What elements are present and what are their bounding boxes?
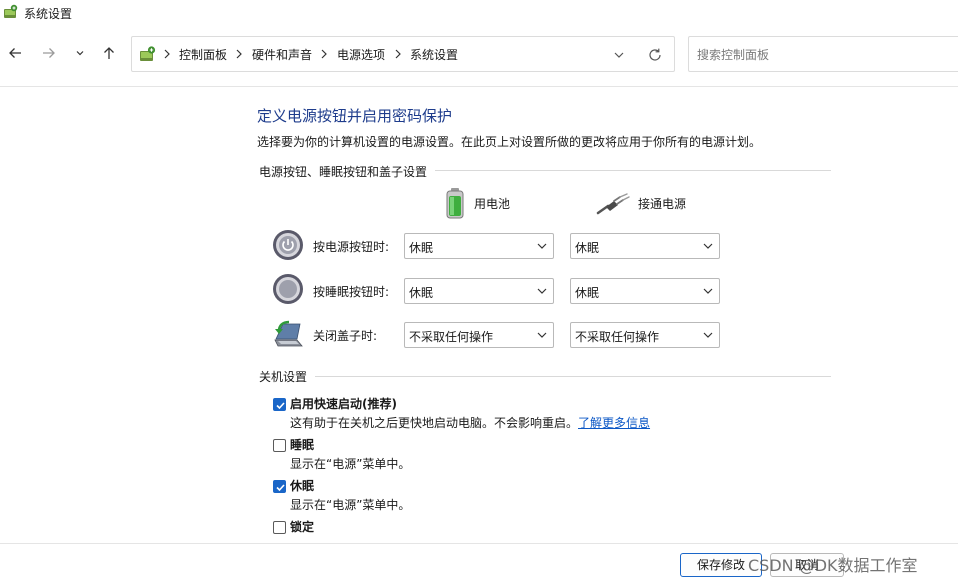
footer-divider (0, 543, 958, 544)
breadcrumb-system-settings[interactable]: 系统设置 (410, 46, 458, 63)
chevron-down-icon (537, 332, 547, 338)
forward-button[interactable] (38, 42, 60, 64)
battery-icon (446, 188, 464, 219)
hibernate-menu-label[interactable]: 休眠 (290, 477, 314, 494)
chevron-down-icon (537, 288, 547, 294)
chevron-down-icon (703, 288, 713, 294)
column-header-plugged-in: 接通电源 (596, 186, 686, 220)
control-panel-power-icon (4, 4, 18, 18)
sleep-menu-checkbox[interactable] (273, 439, 286, 452)
breadcrumb-power-options[interactable]: 电源选项 (337, 46, 385, 63)
fast-startup-checkbox[interactable] (273, 398, 286, 411)
fast-startup-description-text: 这有助于在关机之后更快地启动电脑。不会影响重启。 (290, 416, 579, 430)
lid-close-plugged-select[interactable]: 不采取任何操作 (570, 322, 720, 348)
column-label-plugged-in: 接通电源 (638, 196, 687, 211)
sleep-menu-label[interactable]: 睡眠 (290, 436, 314, 453)
window-title: 系统设置 (24, 7, 73, 21)
select-value: 休眠 (575, 286, 600, 300)
fast-startup-label[interactable]: 启用快速启动(推荐) (290, 395, 397, 412)
page-title: 定义电源按钮并启用密码保护 (257, 107, 453, 125)
title-bar: 系统设置 (0, 0, 958, 28)
laptop-lid-icon (274, 320, 303, 347)
breadcrumb-separator-icon (164, 49, 170, 59)
arrow-left-icon (9, 48, 21, 58)
section-title-buttons: 电源按钮、睡眠按钮和盖子设置 (259, 163, 436, 180)
sleep-menu-description: 显示在“电源”菜单中。 (290, 457, 411, 471)
breadcrumb-separator-icon (236, 49, 242, 59)
save-changes-button[interactable]: 保存修改 (680, 553, 762, 577)
section-title-shutdown: 关机设置 (259, 368, 316, 385)
lock-menu-label[interactable]: 锁定 (290, 518, 314, 535)
row-label-lid-close: 关闭盖子时: (313, 329, 378, 343)
cancel-button[interactable]: 取消 (770, 553, 844, 577)
checkmark-icon (276, 402, 285, 410)
select-value: 休眠 (409, 286, 434, 300)
power-plug-icon (596, 193, 630, 215)
lock-menu-checkbox[interactable] (273, 521, 286, 534)
section-divider (259, 376, 831, 377)
select-value: 休眠 (575, 241, 600, 255)
breadcrumb-control-panel[interactable]: 控制面板 (179, 46, 227, 63)
sleep-button-plugged-select[interactable]: 休眠 (570, 278, 720, 304)
breadcrumb-separator-icon (395, 49, 401, 59)
arrow-up-icon (104, 47, 114, 59)
sleep-button-battery-select[interactable]: 休眠 (404, 278, 554, 304)
select-value: 不采取任何操作 (409, 330, 494, 344)
power-button-plugged-select[interactable]: 休眠 (570, 233, 720, 259)
chevron-down-icon (703, 332, 713, 338)
breadcrumb-hardware-and-sound[interactable]: 硬件和声音 (252, 46, 312, 63)
learn-more-link[interactable]: 了解更多信息 (578, 416, 650, 430)
chevron-down-icon (537, 243, 547, 249)
fast-startup-description: 这有助于在关机之后更快地启动电脑。不会影响重启。了解更多信息 (290, 414, 650, 431)
row-label-power-button: 按电源按钮时: (313, 240, 390, 254)
hibernate-menu-description: 显示在“电源”菜单中。 (290, 498, 411, 512)
row-label-sleep-button: 按睡眠按钮时: (313, 285, 390, 299)
back-button[interactable] (4, 42, 26, 64)
address-bar[interactable]: 控制面板 硬件和声音 电源选项 系统设置 (131, 36, 675, 72)
arrow-right-icon (43, 48, 55, 58)
select-value: 休眠 (409, 241, 434, 255)
chevron-down-icon (703, 243, 713, 249)
page-description: 选择要为你的计算机设置的电源设置。在此页上对设置所做的更改将应用于你所有的电源计… (257, 135, 762, 149)
checkmark-icon (276, 484, 285, 492)
lid-close-battery-select[interactable]: 不采取任何操作 (404, 322, 554, 348)
recent-locations-button[interactable] (69, 42, 91, 64)
power-button-battery-select[interactable]: 休眠 (404, 233, 554, 259)
search-input[interactable] (697, 45, 947, 65)
up-button[interactable] (98, 42, 120, 64)
column-header-battery: 用电池 (444, 186, 510, 220)
select-value: 不采取任何操作 (575, 330, 660, 344)
chevron-down-icon (76, 51, 84, 56)
hibernate-menu-checkbox[interactable] (273, 480, 286, 493)
breadcrumb-separator-icon (321, 49, 327, 59)
refresh-icon[interactable] (646, 46, 664, 64)
sleep-button-icon (273, 274, 303, 304)
search-box[interactable] (688, 36, 958, 72)
column-label-battery: 用电池 (474, 196, 511, 211)
power-button-icon (273, 230, 303, 260)
navigation-divider (0, 86, 958, 87)
control-panel-icon (140, 46, 156, 61)
chevron-down-icon[interactable] (610, 47, 628, 63)
